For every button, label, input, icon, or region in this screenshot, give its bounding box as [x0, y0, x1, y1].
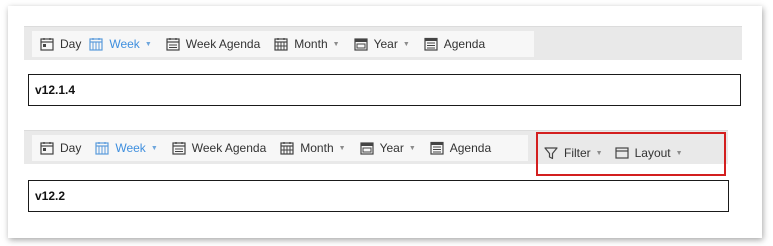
- view-agenda-label: Agenda: [443, 37, 486, 51]
- view-day-label: Day: [60, 141, 82, 155]
- new-tools-highlight-box: [536, 132, 726, 176]
- calendar-month-icon: [280, 141, 294, 155]
- calendar-month-icon: [274, 37, 288, 51]
- scheduler-toolbar-v12-1-4: Day Week ▼ Week Agenda Month ▼ Year ▼ Ag…: [24, 26, 742, 60]
- view-agenda-button[interactable]: Agenda: [410, 31, 485, 57]
- calendar-week-agenda-icon: [172, 141, 186, 155]
- view-year-button[interactable]: Year ▼: [340, 31, 410, 57]
- view-week-agenda-label: Week Agenda: [185, 37, 261, 51]
- view-year-label: Year: [379, 141, 404, 155]
- chevron-down-icon[interactable]: ▼: [333, 41, 340, 48]
- view-agenda-button[interactable]: Agenda: [416, 135, 491, 161]
- view-switcher-group: Day Week ▼ Week Agenda Month ▼ Year ▼ Ag…: [32, 135, 528, 161]
- view-year-button[interactable]: Year ▼: [346, 135, 416, 161]
- view-week-agenda-label: Week Agenda: [191, 141, 267, 155]
- view-day-label: Day: [60, 37, 82, 51]
- calendar-day-icon: [40, 141, 54, 155]
- view-week-label: Week: [109, 37, 140, 51]
- chevron-down-icon[interactable]: ▼: [403, 41, 410, 48]
- view-month-label: Month: [300, 141, 334, 155]
- calendar-week-icon: [89, 37, 103, 51]
- calendar-week-agenda-icon: [166, 37, 180, 51]
- view-day-button[interactable]: Day: [32, 31, 81, 57]
- view-month-button[interactable]: Month ▼: [266, 135, 346, 161]
- view-year-label: Year: [373, 37, 398, 51]
- view-week-button[interactable]: Week ▼: [81, 31, 152, 57]
- view-week-label: Week: [115, 141, 146, 155]
- view-week-agenda-button[interactable]: Week Agenda: [152, 31, 261, 57]
- calendar-day-icon: [40, 37, 54, 51]
- view-switcher-group: Day Week ▼ Week Agenda Month ▼ Year ▼ Ag…: [32, 31, 534, 57]
- comparison-screenshot: Day Week ▼ Week Agenda Month ▼ Year ▼ Ag…: [0, 0, 773, 246]
- calendar-week-icon: [95, 141, 109, 155]
- version-label-box: v12.2: [28, 180, 729, 212]
- view-week-button[interactable]: Week ▼: [81, 135, 158, 161]
- calendar-year-icon: [359, 141, 374, 155]
- agenda-list-icon: [430, 141, 444, 155]
- agenda-list-icon: [424, 37, 438, 51]
- view-day-button[interactable]: Day: [32, 135, 81, 161]
- view-agenda-label: Agenda: [449, 141, 492, 155]
- view-week-agenda-button[interactable]: Week Agenda: [158, 135, 267, 161]
- chevron-down-icon[interactable]: ▼: [145, 41, 152, 48]
- chevron-down-icon[interactable]: ▼: [151, 145, 158, 152]
- version-label-box: v12.1.4: [28, 74, 741, 106]
- chevron-down-icon[interactable]: ▼: [409, 145, 416, 152]
- chevron-down-icon[interactable]: ▼: [339, 145, 346, 152]
- calendar-year-icon: [353, 37, 368, 51]
- view-month-label: Month: [294, 37, 328, 51]
- view-month-button[interactable]: Month ▼: [260, 31, 340, 57]
